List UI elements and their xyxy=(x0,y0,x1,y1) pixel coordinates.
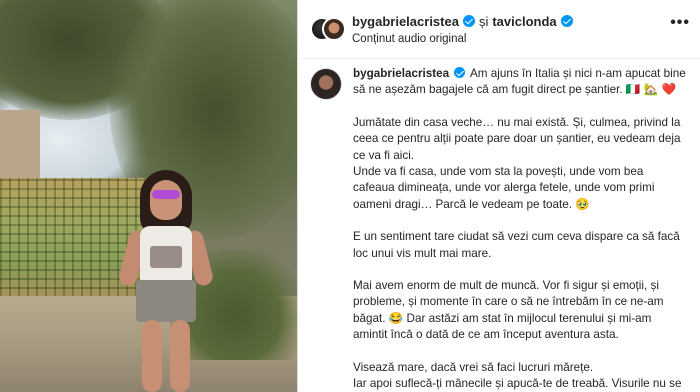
header-text: bygabrielacristea și taviclonda Conținut… xyxy=(352,14,573,45)
verified-badge-icon xyxy=(462,15,475,27)
and-text: și xyxy=(478,13,489,29)
post-media[interactable] xyxy=(0,0,297,392)
person-leg-left xyxy=(142,320,162,392)
caption-paragraph: Visează mare, dacă vrei să faci lucruri … xyxy=(353,360,594,374)
person-shorts xyxy=(136,280,196,322)
caption-paragraph: Unde va fi casa, unde vom sta la povești… xyxy=(353,165,655,211)
caption-paragraph: E un sentiment tare ciudat să vezi cum c… xyxy=(353,230,680,260)
post-header: bygabrielacristea și taviclonda Conținut… xyxy=(298,0,700,58)
header-divider xyxy=(298,58,700,59)
username-link[interactable]: bygabrielacristea xyxy=(352,14,459,29)
collab-usernames: bygabrielacristea și taviclonda xyxy=(352,14,573,29)
media-wall xyxy=(0,110,40,180)
username-link[interactable]: taviclonda xyxy=(492,14,556,29)
caption-username[interactable]: bygabrielacristea xyxy=(353,67,449,80)
caption-paragraph: bygabrielacristea Am ajuns în Italia și … xyxy=(353,66,688,99)
verified-badge-icon xyxy=(454,67,466,78)
more-options-icon[interactable]: ••• xyxy=(670,14,690,32)
verified-badge-icon xyxy=(560,15,573,27)
post-caption: bygabrielacristea Am ajuns în Italia și … xyxy=(298,66,700,392)
person-face xyxy=(150,180,182,220)
audio-link[interactable]: Conținut audio original xyxy=(352,33,573,45)
caption-paragraph: Iar apoi suflecă-ți mânecile și apucă-te… xyxy=(353,377,682,391)
caption-paragraph: Mai avem enorm de mult de muncă. Vor fi … xyxy=(353,279,664,342)
avatar[interactable] xyxy=(310,68,342,100)
avatar[interactable] xyxy=(322,17,346,41)
caption-paragraph: Jumătate din casa veche… nu mai există. … xyxy=(353,115,681,162)
caption-body: bygabrielacristea Am ajuns în Italia și … xyxy=(353,66,688,392)
person-leg-right xyxy=(170,320,190,392)
person-top-print xyxy=(150,246,182,268)
person-sunglasses xyxy=(152,190,180,199)
collab-avatars[interactable] xyxy=(310,13,346,45)
media-person xyxy=(117,170,215,392)
